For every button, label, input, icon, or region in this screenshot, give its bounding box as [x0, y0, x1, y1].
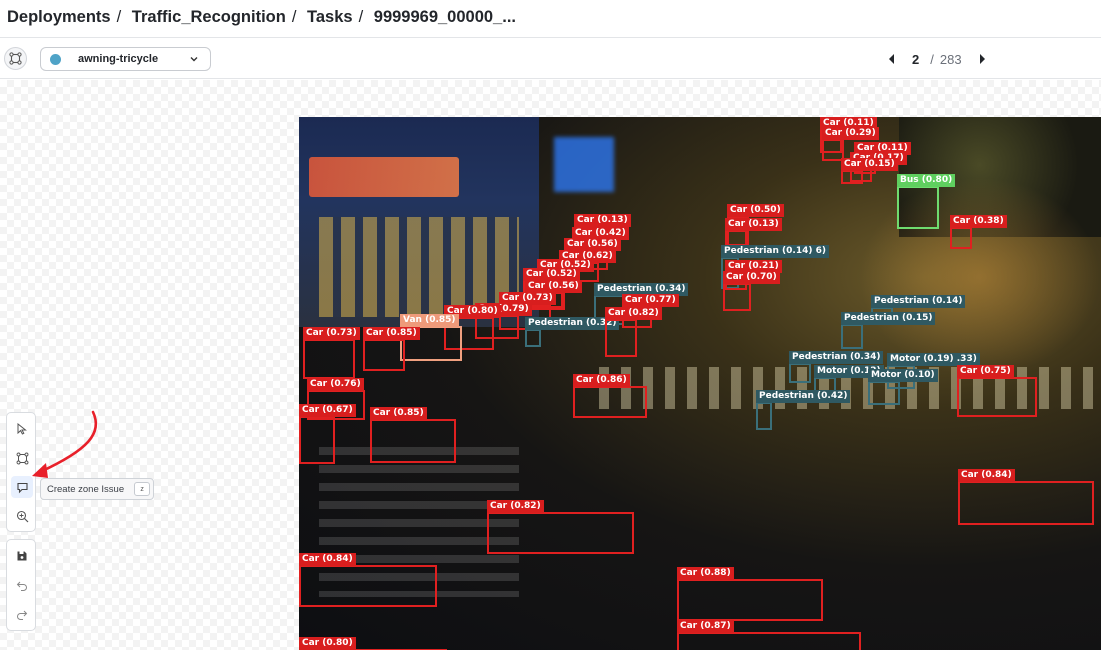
detection-box[interactable]: Car (0.82)	[487, 500, 634, 554]
detection-label: Pedestrian (0.42)	[756, 390, 851, 403]
chevron-down-icon	[190, 57, 198, 62]
detection-box[interactable]: Car (0.38)	[950, 215, 1007, 249]
label-class-select[interactable]: awning-tricycle	[40, 47, 211, 71]
detection-box[interactable]: Car (0.84)	[299, 553, 437, 607]
detection-label: Bus (0.80)	[897, 174, 956, 187]
detection-label: Car (0.85)	[363, 327, 420, 340]
undo-button[interactable]	[14, 577, 30, 593]
detection-label: Pedestrian (0.34)	[789, 351, 884, 364]
bounding-box-icon	[9, 52, 22, 65]
detection-label: Motor (0.10)	[868, 369, 938, 382]
annotation-toolbar: awning-tricycle 2 / 283	[0, 39, 1101, 79]
breadcrumb-task-id: 9999969_00000_...	[373, 8, 516, 26]
zoom-tool[interactable]	[14, 508, 30, 524]
detection-box[interactable]: Car (0.84)	[958, 469, 1094, 525]
next-image-button[interactable]	[974, 50, 990, 68]
bbox-mode-button[interactable]	[4, 47, 27, 70]
detection-box[interactable]: Pedestrian (0.15)	[841, 312, 936, 349]
detection-label: Car (0.38)	[950, 215, 1007, 228]
label-color-dot	[50, 53, 61, 65]
detection-box[interactable]: Car (0.67)	[299, 404, 356, 464]
building-sign	[309, 157, 459, 197]
cursor-icon	[17, 423, 27, 435]
caret-right-icon	[979, 54, 985, 64]
detection-label: Car (0.29)	[822, 127, 879, 140]
detection-box[interactable]: Car (0.70)	[723, 271, 780, 311]
breadcrumb-separator: /	[116, 8, 122, 26]
zoom-icon	[16, 510, 28, 522]
detection-box[interactable]: Car (0.85)	[363, 327, 420, 371]
breadcrumb-deployments[interactable]: Deployments	[7, 8, 111, 26]
breadcrumb-tasks[interactable]: Tasks	[307, 8, 353, 26]
top-header: Deployments / Traffic_Recognition / Tasks /…	[0, 0, 1101, 38]
detection-box[interactable]: Car (0.82)	[605, 307, 662, 357]
total-pages: 283	[939, 51, 962, 67]
annotation-arrow-icon	[32, 410, 98, 478]
detection-label: Pedestrian (0.14)	[871, 295, 966, 308]
road-glow	[859, 177, 1101, 377]
save-icon	[17, 551, 27, 561]
detection-box[interactable]: Car (0.87)	[677, 620, 861, 650]
comment-icon	[16, 482, 28, 493]
detection-box[interactable]: Pedestrian (0.32)	[525, 317, 620, 347]
current-page[interactable]: 2	[912, 52, 919, 67]
label-class-value: awning-tricycle	[78, 53, 159, 65]
detection-label: Car (0.50)	[727, 204, 784, 217]
redo-button[interactable]	[14, 606, 30, 622]
detection-label: Pedestrian (0.15)	[841, 312, 936, 325]
building-windows	[319, 217, 519, 317]
detection-box[interactable]: Bus (0.80)	[897, 174, 956, 229]
detection-box[interactable]: Car (0.75)	[957, 365, 1037, 417]
save-button[interactable]	[14, 548, 30, 564]
detection-box[interactable]: Car (0.86)	[573, 374, 647, 418]
breadcrumb-separator: /	[358, 8, 364, 26]
prev-image-button[interactable]	[884, 50, 900, 68]
breadcrumb-separator: /	[291, 8, 297, 26]
redo-icon	[17, 610, 28, 620]
detection-label: Car (0.88)	[677, 567, 734, 580]
detection-box[interactable]: Car (0.85)	[370, 407, 456, 463]
detection-label: Car (0.85)	[370, 407, 427, 420]
tooltip-shortcut: z	[134, 482, 151, 496]
image-pager: 2 / 283	[884, 49, 990, 69]
detection-label: Car (0.84)	[958, 469, 1015, 482]
detection-label: Car (0.75)	[957, 365, 1014, 378]
detection-label: Car (0.13)	[725, 218, 782, 231]
lit-screen	[554, 137, 614, 192]
detection-label: Car (0.84)	[299, 553, 356, 566]
detection-label: Car (0.82)	[605, 307, 662, 320]
detection-label: Car (0.15)	[841, 158, 898, 171]
detection-label: Car (0.86)	[573, 374, 630, 387]
detection-label: Van (0.85)	[400, 314, 459, 327]
detection-label: Car (0.13)	[574, 214, 631, 227]
bounding-box-icon	[16, 452, 28, 464]
detection-label: Car (0.87)	[677, 620, 734, 633]
breadcrumb-project[interactable]: Traffic_Recognition	[132, 8, 286, 26]
detection-box[interactable]: Car (0.73)	[303, 327, 360, 379]
detection-label: Pedestrian (0.14) 6)	[721, 245, 829, 258]
detection-label: Car (0.67)	[299, 404, 356, 417]
detection-label: Car (0.70)	[723, 271, 780, 284]
detection-label: Car (0.82)	[487, 500, 544, 513]
detection-label: Car (0.77)	[622, 294, 679, 307]
caret-left-icon	[889, 54, 894, 64]
detection-label: Car (0.73)	[303, 327, 360, 340]
detection-label: Car (0.76)	[307, 378, 364, 391]
history-panel	[6, 539, 36, 631]
tooltip-text: Create zone Issue	[47, 483, 125, 495]
detection-box[interactable]: Pedestrian (0.42)	[756, 390, 851, 430]
detection-box[interactable]: Motor (0.10)	[868, 369, 938, 405]
undo-icon	[16, 581, 27, 591]
detection-box[interactable]: Car (0.88)	[677, 567, 823, 621]
pager-separator: /	[930, 51, 934, 67]
traffic-image[interactable]: Car (0.11)Car (0.29)Car (0.11)Car (0.17)…	[299, 117, 1101, 650]
detection-box[interactable]: Pedestrian (0.34)	[789, 351, 884, 383]
detection-box[interactable]: Car (0.15)	[841, 158, 898, 184]
detection-label: Car (0.80)	[299, 637, 356, 650]
breadcrumb: Deployments / Traffic_Recognition / Tasks /…	[7, 8, 522, 27]
